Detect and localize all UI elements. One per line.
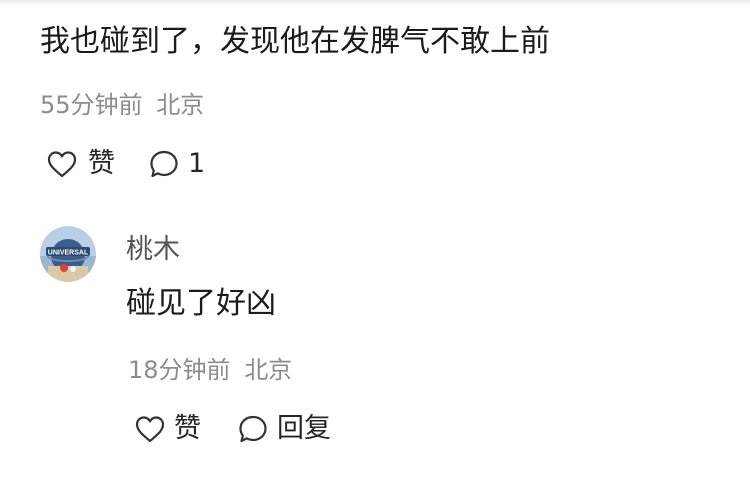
comment-location: 北京 — [156, 91, 205, 119]
speech-bubble-icon — [148, 148, 180, 180]
comment-text: 我也碰到了，发现他在发脾气不敢上前 — [40, 24, 550, 59]
comment-like-button[interactable]: 赞 — [46, 146, 115, 182]
speech-bubble-icon — [237, 413, 269, 445]
comment-reply-button[interactable]: 1 — [148, 146, 205, 182]
reply-like-label: 赞 — [174, 413, 201, 444]
top-divider-shadow — [0, 0, 750, 5]
comment-time: 55分钟前 — [40, 91, 143, 119]
reply-text: 碰见了好凶 — [126, 286, 276, 321]
reply-reply-label: 回复 — [277, 413, 331, 444]
reply-time: 18分钟前 — [128, 356, 231, 384]
heart-icon — [46, 149, 78, 179]
avatar-logo-text: UNIVERSAL — [48, 250, 89, 257]
reply-location: 北京 — [244, 356, 293, 384]
reply-meta: 18分钟前 北京 — [128, 355, 292, 385]
comment-meta: 55分钟前 北京 — [40, 90, 204, 120]
reply-username[interactable]: 桃木 — [126, 233, 180, 267]
heart-icon — [134, 414, 166, 444]
comment-like-label: 赞 — [88, 148, 115, 179]
avatar[interactable]: UNIVERSAL — [40, 226, 96, 282]
comment-reply-count: 1 — [188, 148, 206, 179]
reply-like-button[interactable]: 赞 — [134, 411, 201, 447]
reply-reply-button[interactable]: 回复 — [237, 411, 331, 447]
